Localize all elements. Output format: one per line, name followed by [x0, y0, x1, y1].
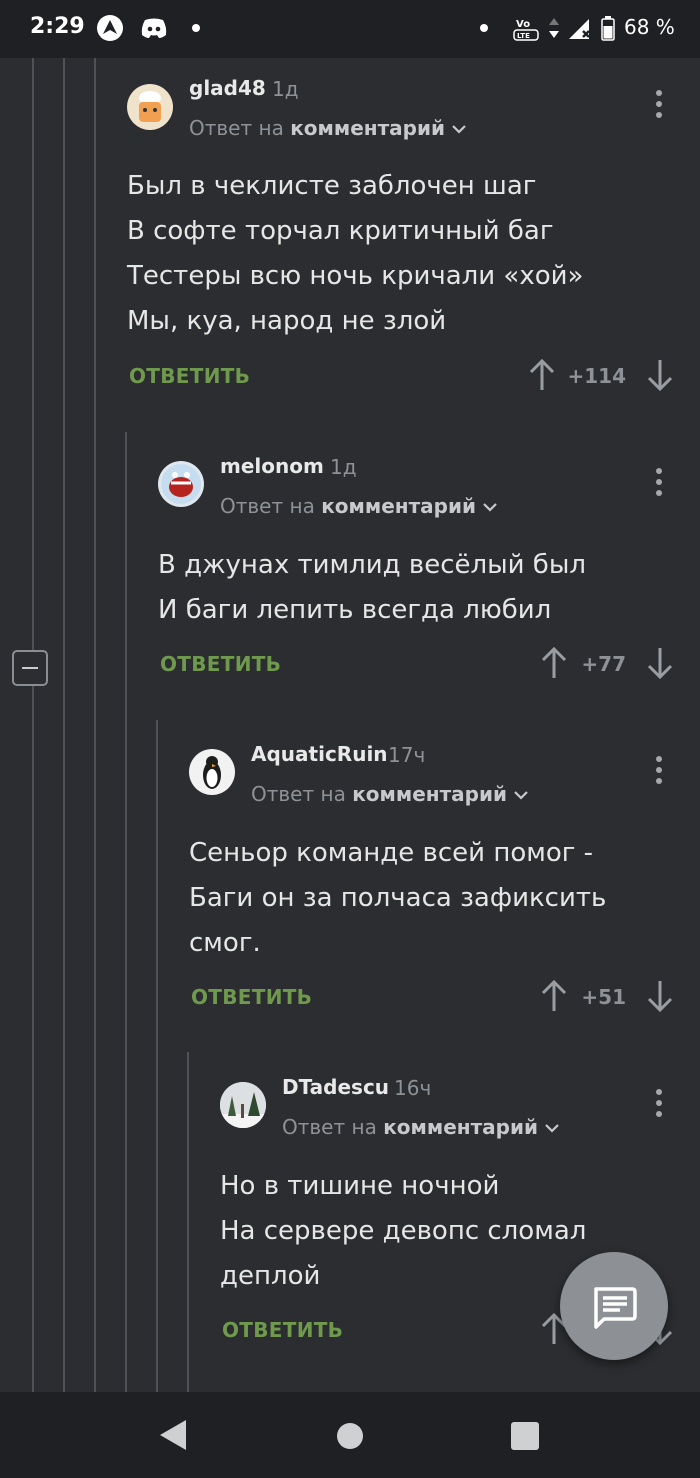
comment-line: Был в чеклисте заблочен шаг	[127, 171, 537, 201]
reply-to-link[interactable]: Ответ на комментарий	[189, 116, 467, 140]
comment-line: Но в тишине ночной	[220, 1171, 500, 1201]
thread-line	[32, 686, 34, 1392]
more-options-icon[interactable]	[655, 90, 663, 120]
dot-icon	[470, 14, 498, 42]
reply-to-link[interactable]: Ответ на комментарий	[251, 782, 529, 806]
reply-button[interactable]: ОТВЕТИТЬ	[129, 364, 250, 388]
downvote-icon[interactable]	[645, 358, 675, 392]
comment-text: Сеньор команде всей помог - Баги он за п…	[189, 831, 606, 966]
svg-text:Vo: Vo	[516, 19, 530, 30]
avatar[interactable]	[127, 84, 173, 130]
thread-line	[156, 720, 158, 1392]
back-icon[interactable]	[158, 1418, 188, 1452]
collapse-thread-button[interactable]	[12, 650, 48, 686]
comment-line: Мы, куа, народ не злой	[127, 306, 447, 336]
more-options-icon[interactable]	[655, 1089, 663, 1119]
thread-line	[125, 432, 127, 1392]
thread-line	[94, 58, 96, 1392]
chevron-down-icon	[514, 791, 529, 800]
notification-dot-icon	[182, 14, 210, 42]
comment-age: 1д	[330, 455, 357, 479]
comment-author[interactable]: melonom	[220, 454, 324, 478]
battery-percent: 68 %	[624, 15, 675, 39]
reply-button[interactable]: ОТВЕТИТЬ	[160, 652, 281, 676]
avatar[interactable]	[158, 461, 204, 507]
comment-text: В джунах тимлид весёлый был И баги лепит…	[158, 543, 586, 633]
comment-age: 17ч	[388, 743, 426, 767]
navigation-bar	[0, 1392, 700, 1478]
chevron-down-icon	[483, 503, 498, 512]
comment-score: +51	[581, 985, 626, 1009]
comment-age: 16ч	[394, 1076, 432, 1100]
discord-icon	[140, 14, 168, 42]
reply-to-link[interactable]: Ответ на комментарий	[282, 1115, 560, 1139]
chevron-down-icon	[452, 125, 467, 134]
comment-text: Но в тишине ночной На сервере девопс сло…	[220, 1164, 586, 1299]
comment-text: Был в чеклисте заблочен шаг В софте торч…	[127, 164, 583, 344]
reply-to-link[interactable]: Ответ на комментарий	[220, 494, 498, 518]
more-options-icon[interactable]	[655, 756, 663, 786]
comment-score: +114	[567, 364, 626, 388]
comment-line: Тестеры всю ночь кричали «хой»	[127, 261, 584, 291]
comment-author[interactable]: glad48	[189, 76, 266, 100]
comment-line: смог.	[189, 928, 261, 958]
comment-line: Баги он за полчаса зафиксить	[189, 883, 607, 913]
thread-line	[187, 1052, 189, 1392]
more-options-icon[interactable]	[655, 468, 663, 498]
thread-line	[32, 58, 34, 650]
home-icon[interactable]	[336, 1422, 364, 1450]
battery-icon	[594, 14, 622, 42]
downvote-icon[interactable]	[645, 646, 675, 680]
comment-line: Сеньор команде всей помог -	[189, 838, 594, 868]
upvote-icon[interactable]	[527, 358, 557, 392]
reply-to-prefix: Ответ на	[282, 1115, 377, 1139]
reply-button[interactable]: ОТВЕТИТЬ	[222, 1318, 343, 1342]
signal-icon	[566, 14, 594, 42]
status-bar: 2:29 Vo LTE 68 %	[0, 0, 700, 58]
reply-to-target: комментарий	[352, 782, 508, 806]
chevron-down-icon	[545, 1124, 560, 1133]
arrow-app-icon	[96, 14, 124, 42]
reply-to-prefix: Ответ на	[251, 782, 346, 806]
comment-author[interactable]: DTadescu	[282, 1075, 389, 1099]
comment-score: +77	[581, 652, 626, 676]
reply-button[interactable]: ОТВЕТИТЬ	[191, 985, 312, 1009]
write-comment-button[interactable]	[560, 1252, 668, 1360]
reply-to-target: комментарий	[383, 1115, 539, 1139]
comment-icon	[594, 1287, 637, 1329]
data-arrows-icon	[540, 14, 568, 42]
thread-line	[63, 58, 65, 1392]
volte-icon: Vo LTE	[512, 14, 540, 42]
avatar[interactable]	[220, 1082, 266, 1128]
comment-line: И баги лепить всегда любил	[158, 595, 552, 625]
comment-line: На сервере девопс сломал	[220, 1216, 587, 1246]
avatar[interactable]	[189, 749, 235, 795]
reply-to-prefix: Ответ на	[220, 494, 315, 518]
comment-line: деплой	[220, 1261, 321, 1291]
comment-line: В джунах тимлид весёлый был	[158, 550, 586, 580]
status-time: 2:29	[30, 14, 85, 39]
comment-line: В софте торчал критичный баг	[127, 216, 554, 246]
reply-to-target: комментарий	[290, 116, 446, 140]
reply-to-prefix: Ответ на	[189, 116, 284, 140]
downvote-icon[interactable]	[645, 979, 675, 1013]
comment-age: 1д	[272, 77, 299, 101]
reply-to-target: комментарий	[321, 494, 477, 518]
recents-icon[interactable]	[510, 1421, 540, 1451]
comment-author[interactable]: AquaticRuin	[251, 742, 388, 766]
svg-text:LTE: LTE	[517, 32, 530, 40]
